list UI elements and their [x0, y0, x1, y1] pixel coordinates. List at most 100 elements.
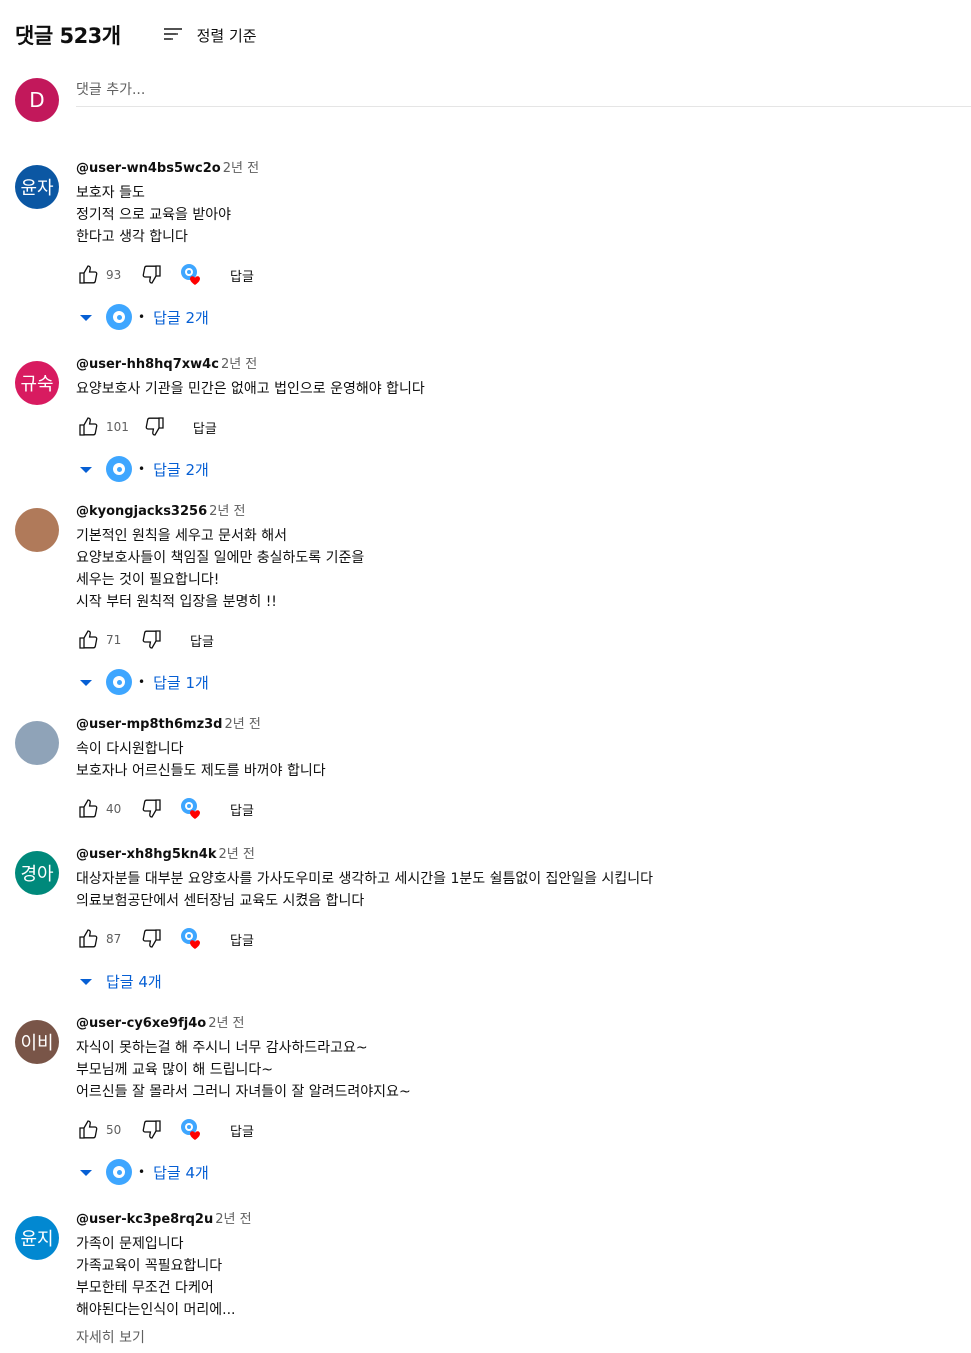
- timestamp[interactable]: 2년 전: [215, 1212, 251, 1227]
- like-button[interactable]: 93: [76, 263, 126, 287]
- comment-actions: 93 답글: [76, 260, 956, 290]
- reply-button[interactable]: 답글: [193, 418, 217, 437]
- author-handle[interactable]: @user-xh8hg5kn4k: [76, 847, 217, 862]
- reply-button[interactable]: 답글: [230, 800, 254, 819]
- chevron-down-icon: [80, 1170, 92, 1176]
- replies-count: 답글 2개: [153, 460, 209, 479]
- author-handle[interactable]: @user-kc3pe8rq2u: [76, 1212, 213, 1227]
- reply-button[interactable]: 답글: [230, 1121, 254, 1140]
- comment-meta: @user-xh8hg5kn4k 2년 전: [76, 846, 956, 864]
- comment-meta: @user-hh8hq7xw4c 2년 전: [76, 356, 956, 374]
- like-count: 87: [106, 932, 122, 946]
- thumbs-up-icon: [76, 263, 100, 287]
- replies-count: 답글 4개: [153, 1163, 209, 1182]
- comment-meta: @kyongjacks3256 2년 전: [76, 503, 956, 521]
- thumbs-down-icon: [140, 627, 164, 654]
- comment-meta: @user-mp8th6mz3d 2년 전: [76, 716, 956, 734]
- comment-text: 요양보호사 기관을 민간은 없애고 법인으로 운영해야 합니다: [76, 381, 425, 397]
- timestamp[interactable]: 2년 전: [209, 504, 245, 519]
- add-comment: D 댓글 추가...: [15, 78, 971, 124]
- thumbs-down-icon: [140, 926, 164, 953]
- comment-body: @user-xh8hg5kn4k 2년 전대상자분들 대부분 요양호사를 가사도우…: [76, 846, 956, 998]
- like-button[interactable]: 101: [76, 415, 129, 439]
- avatar[interactable]: 경아: [15, 851, 59, 895]
- timestamp[interactable]: 2년 전: [221, 357, 257, 372]
- comment-text: 가족이 문제입니다 가족교육이 꼭필요합니다 부모한테 무조건 다케어 해야된다…: [76, 1236, 236, 1318]
- replies-count: 답글 4개: [106, 972, 162, 991]
- avatar[interactable]: 윤지: [15, 1216, 59, 1260]
- comments-header: 댓글 523개 정렬 기준: [15, 18, 257, 52]
- dislike-button[interactable]: [140, 262, 164, 289]
- view-replies-button[interactable]: • 답글 2개: [80, 300, 956, 334]
- reply-button[interactable]: 답글: [230, 930, 254, 949]
- view-replies-button[interactable]: • 답글 2개: [80, 452, 956, 486]
- dislike-button[interactable]: [140, 627, 164, 654]
- view-replies-button[interactable]: 답글 4개: [80, 964, 956, 998]
- thumbs-down-icon: [140, 1117, 164, 1144]
- like-button[interactable]: 87: [76, 927, 126, 951]
- creator-avatar: [106, 304, 132, 330]
- chevron-down-icon: [80, 680, 92, 686]
- chevron-down-icon: [80, 315, 92, 321]
- like-button[interactable]: 50: [76, 1118, 126, 1142]
- like-button[interactable]: 71: [76, 628, 126, 652]
- dislike-button[interactable]: [140, 796, 164, 823]
- author-handle[interactable]: @user-cy6xe9fj4o: [76, 1016, 206, 1031]
- like-count: 93: [106, 268, 122, 282]
- comment-actions: 40 답글: [76, 794, 956, 824]
- comment-meta: @user-kc3pe8rq2u 2년 전: [76, 1211, 956, 1229]
- thumbs-up-icon: [76, 415, 100, 439]
- comment-meta: @user-wn4bs5wc2o 2년 전: [76, 160, 956, 178]
- dislike-button[interactable]: [140, 1117, 164, 1144]
- thumbs-up-icon: [76, 797, 100, 821]
- thumbs-down-icon: [140, 796, 164, 823]
- comment-input[interactable]: 댓글 추가...: [76, 80, 971, 107]
- like-button[interactable]: 40: [76, 797, 126, 821]
- author-handle[interactable]: @kyongjacks3256: [76, 504, 207, 519]
- avatar[interactable]: [15, 508, 59, 552]
- creator-avatar: [106, 669, 132, 695]
- timestamp[interactable]: 2년 전: [225, 717, 261, 732]
- separator-dot: •: [138, 675, 146, 689]
- comment-actions: 101 답글: [76, 412, 956, 442]
- replies-count: 답글 1개: [153, 673, 209, 692]
- comment-meta: @user-cy6xe9fj4o 2년 전: [76, 1015, 956, 1033]
- separator-dot: •: [138, 462, 146, 476]
- view-replies-button[interactable]: • 답글 4개: [80, 1155, 956, 1189]
- avatar[interactable]: 윤자: [15, 165, 59, 209]
- thumbs-up-icon: [76, 927, 100, 951]
- avatar[interactable]: 이비: [15, 1020, 59, 1064]
- author-handle[interactable]: @user-wn4bs5wc2o: [76, 161, 221, 176]
- thumbs-down-icon: [140, 262, 164, 289]
- creator-avatar: [106, 1159, 132, 1185]
- reply-button[interactable]: 답글: [230, 266, 254, 285]
- author-handle[interactable]: @user-mp8th6mz3d: [76, 717, 223, 732]
- author-handle[interactable]: @user-hh8hq7xw4c: [76, 357, 219, 372]
- timestamp[interactable]: 2년 전: [223, 161, 259, 176]
- sort-button[interactable]: 정렬 기준: [161, 23, 257, 47]
- comment-text: 기본적인 원칙을 세우고 문서화 해서 요양보호사들이 책임질 일에만 충실하도…: [76, 528, 365, 610]
- timestamp[interactable]: 2년 전: [219, 847, 255, 862]
- dislike-button[interactable]: [140, 926, 164, 953]
- comment-body: @user-wn4bs5wc2o 2년 전 보호자 들도 정기적 으로 교육을 받아…: [76, 160, 956, 334]
- avatar[interactable]: 규숙: [15, 361, 59, 405]
- thumbs-up-icon: [76, 1118, 100, 1142]
- read-more-link[interactable]: 자세히 보기: [76, 1327, 956, 1347]
- replies-count: 답글 2개: [153, 308, 209, 327]
- chevron-down-icon: [80, 979, 92, 985]
- reply-button[interactable]: 답글: [190, 631, 214, 650]
- avatar[interactable]: [15, 721, 59, 765]
- creator-heart-icon: [180, 927, 204, 951]
- comment-count: 댓글 523개: [15, 24, 121, 48]
- comment-actions: 71 답글: [76, 625, 956, 655]
- creator-heart-icon: [180, 263, 204, 287]
- creator-heart-icon: [180, 1118, 204, 1142]
- view-replies-button[interactable]: • 답글 1개: [80, 665, 956, 699]
- dislike-button[interactable]: [143, 414, 167, 441]
- like-count: 50: [106, 1123, 122, 1137]
- timestamp[interactable]: 2년 전: [208, 1016, 244, 1031]
- comment-body: @user-cy6xe9fj4o 2년 전 자식이 못하는걸 해 주시니 너무 감사…: [76, 1015, 956, 1189]
- like-count: 40: [106, 802, 122, 816]
- comment-text: 대상자분들 대부분 요양호사를 가사도우미로 생각하고 세시간을 1분도 쉴틈없…: [76, 871, 654, 909]
- comment-body: @user-mp8th6mz3d 2년 전 속이 다시원합니다 보호자나 어르신들도…: [76, 716, 956, 824]
